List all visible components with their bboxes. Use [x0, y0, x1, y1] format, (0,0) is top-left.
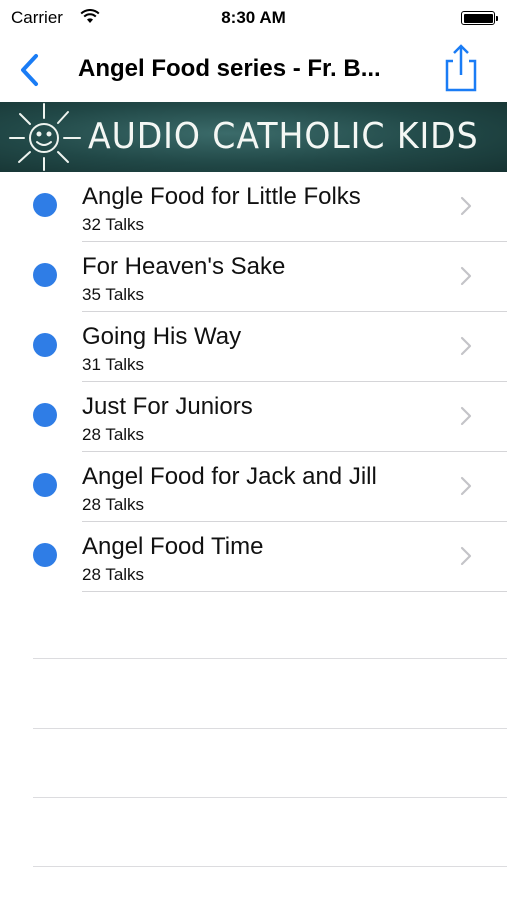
list-item[interactable]: Angle Food for Little Folks 32 Talks: [0, 172, 507, 242]
list-item[interactable]: For Heaven's Sake 35 Talks: [0, 242, 507, 312]
talk-count: 28 Talks: [82, 565, 145, 584]
chevron-right-icon: [460, 266, 472, 286]
share-button[interactable]: [440, 44, 480, 92]
unplayed-dot-icon: [33, 403, 57, 427]
chevron-right-icon: [460, 546, 472, 566]
status-bar: Carrier 8:30 AM: [0, 0, 507, 36]
series-title: For Heaven's Sake: [82, 253, 286, 280]
banner-title: AUDIO CATHOLIC KIDS: [88, 116, 479, 157]
series-title: Angel Food for Jack and Jill: [82, 463, 377, 490]
talk-count: 28 Talks: [82, 425, 145, 444]
series-list: Angle Food for Little Folks 32 Talks For H…: [0, 172, 507, 592]
sun-icon: [9, 103, 81, 171]
page-title: Angel Food series - Fr. B...: [78, 55, 381, 82]
chevron-right-icon: [460, 406, 472, 426]
row-divider: [82, 591, 507, 592]
unplayed-dot-icon: [33, 263, 57, 287]
list-item[interactable]: Angel Food for Jack and Jill 28 Talks: [0, 452, 507, 522]
chevron-right-icon: [460, 196, 472, 216]
list-item[interactable]: Angel Food Time 28 Talks: [0, 522, 507, 592]
list-item[interactable]: Just For Juniors 28 Talks: [0, 382, 507, 452]
table-separator: [33, 866, 507, 867]
brand-banner: AUDIO CATHOLIC KIDS: [0, 102, 507, 172]
status-time: 8:30 AM: [221, 8, 286, 27]
series-title: Going His Way: [82, 323, 242, 350]
unplayed-dot-icon: [33, 193, 57, 217]
talk-count: 31 Talks: [82, 355, 145, 374]
table-separator: [33, 658, 507, 659]
series-title: Just For Juniors: [82, 393, 253, 420]
table-separator: [33, 728, 507, 729]
talk-count: 32 Talks: [82, 215, 145, 234]
list-item[interactable]: Going His Way 31 Talks: [0, 312, 507, 382]
unplayed-dot-icon: [33, 543, 57, 567]
talk-count: 28 Talks: [82, 495, 145, 514]
unplayed-dot-icon: [33, 333, 57, 357]
chevron-right-icon: [460, 336, 472, 356]
series-title: Angel Food Time: [82, 533, 264, 560]
back-button[interactable]: [14, 50, 48, 90]
chevron-left-icon: [21, 54, 38, 86]
share-icon: [445, 44, 477, 92]
series-title: Angle Food for Little Folks: [82, 183, 361, 210]
battery-icon: [461, 11, 498, 25]
navigation-bar: Angel Food series - Fr. B...: [0, 36, 507, 102]
talk-count: 35 Talks: [82, 285, 145, 304]
chevron-right-icon: [460, 476, 472, 496]
table-separator: [33, 797, 507, 798]
unplayed-dot-icon: [33, 473, 57, 497]
